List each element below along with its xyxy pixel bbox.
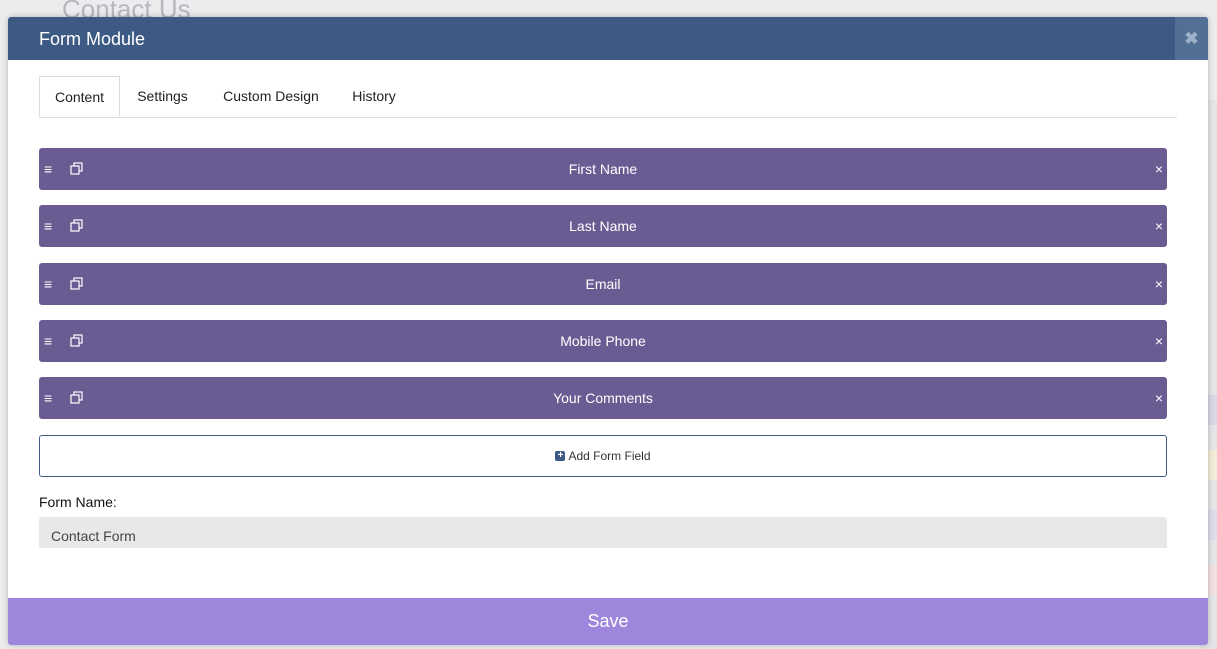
form-field-row[interactable]: ≡ Email × [39, 263, 1167, 305]
tab-settings[interactable]: Settings [129, 76, 196, 117]
add-form-field-label: Add Form Field [568, 449, 651, 463]
form-field-label: Last Name [569, 218, 637, 234]
remove-field-icon[interactable]: × [1155, 148, 1163, 190]
duplicate-icon[interactable] [70, 391, 83, 404]
duplicate-icon[interactable] [70, 334, 83, 347]
form-field-label: Mobile Phone [560, 333, 646, 349]
plus-square-icon: + [555, 450, 566, 461]
duplicate-icon[interactable] [70, 162, 83, 175]
form-name-label: Form Name: [39, 494, 117, 510]
drag-handle-icon[interactable]: ≡ [44, 148, 52, 190]
save-button[interactable]: Save [8, 598, 1208, 645]
tab-content[interactable]: Content [39, 76, 120, 117]
modal-title: Form Module [39, 29, 146, 49]
form-field-row[interactable]: ≡ Your Comments × [39, 377, 1167, 419]
form-field-row[interactable]: ≡ Mobile Phone × [39, 320, 1167, 362]
add-form-field-button[interactable]: + Add Form Field [39, 435, 1167, 477]
form-field-label: Email [585, 276, 621, 292]
form-field-row[interactable]: ≡ Last Name × [39, 205, 1167, 247]
form-field-row[interactable]: ≡ First Name × [39, 148, 1167, 190]
form-module-modal: Form Module ✖ Content Settings Custom De… [8, 17, 1208, 645]
form-field-label: Your Comments [553, 390, 653, 406]
remove-field-icon[interactable]: × [1155, 377, 1163, 419]
tab-history[interactable]: History [346, 76, 402, 117]
remove-field-icon[interactable]: × [1155, 263, 1163, 305]
drag-handle-icon[interactable]: ≡ [44, 320, 52, 362]
close-icon: ✖ [1184, 29, 1199, 48]
drag-handle-icon[interactable]: ≡ [44, 205, 52, 247]
remove-field-icon[interactable]: × [1155, 320, 1163, 362]
remove-field-icon[interactable]: × [1155, 205, 1163, 247]
tab-bar: Content Settings Custom Design History [39, 76, 1177, 118]
modal-header: Form Module ✖ [8, 17, 1208, 60]
form-name-input[interactable] [39, 517, 1167, 548]
duplicate-icon[interactable] [70, 277, 83, 290]
tab-custom-design[interactable]: Custom Design [216, 76, 326, 117]
drag-handle-icon[interactable]: ≡ [44, 377, 52, 419]
close-button[interactable]: ✖ [1175, 17, 1208, 60]
drag-handle-icon[interactable]: ≡ [44, 263, 52, 305]
form-field-label: First Name [568, 161, 638, 177]
duplicate-icon[interactable] [70, 219, 83, 232]
